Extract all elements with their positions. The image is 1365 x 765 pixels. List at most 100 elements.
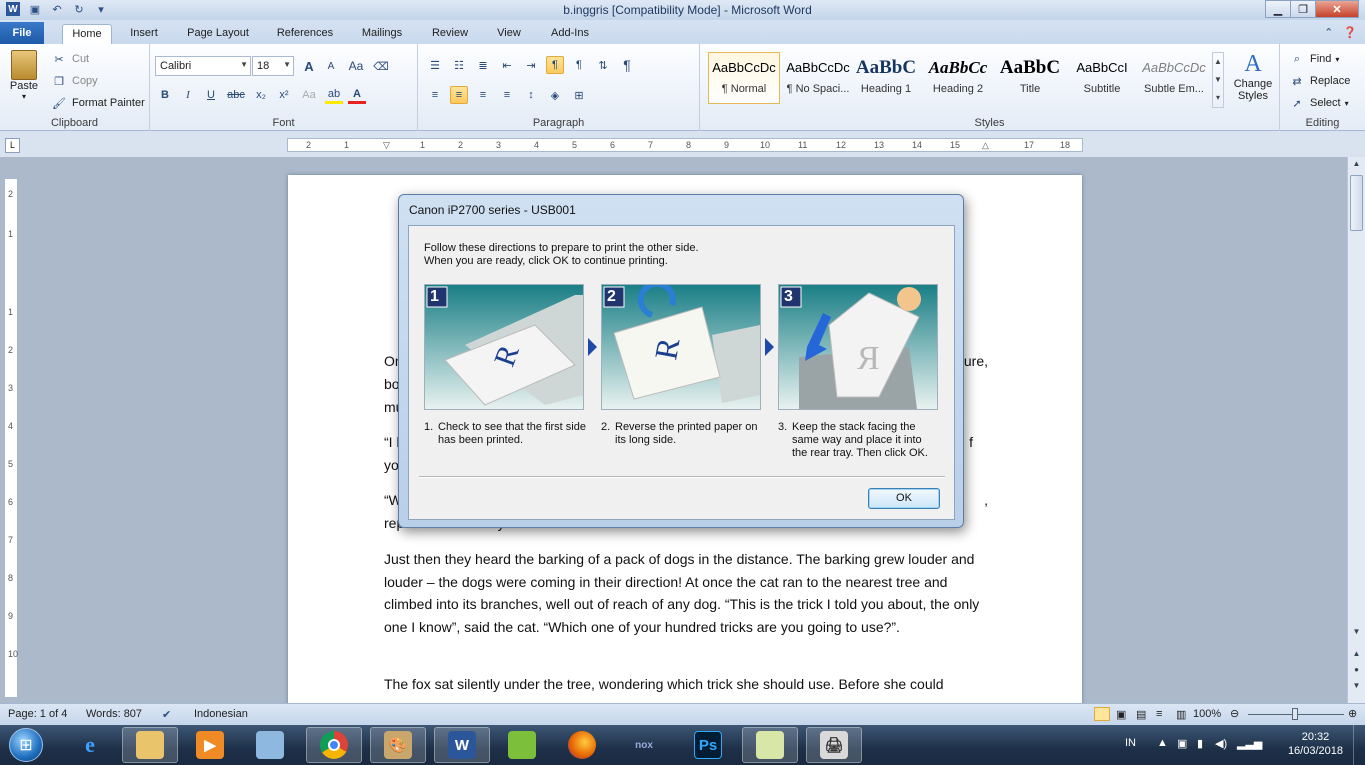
ok-button[interactable]: OK [868, 488, 940, 509]
minimize-ribbon-icon[interactable]: ⌃ [1324, 26, 1333, 39]
taskbar-notes[interactable] [242, 727, 298, 763]
prev-page-icon[interactable]: ▲ [1350, 649, 1363, 663]
taskbar-nox[interactable]: nox [616, 727, 672, 763]
font-color-icon[interactable]: A [348, 86, 366, 104]
align-left-icon[interactable]: ≡ [426, 86, 444, 104]
taskbar-firefox[interactable] [554, 727, 610, 763]
copy-button[interactable]: ❐ Copy [50, 72, 98, 90]
underline-button[interactable]: U [202, 86, 220, 104]
next-page-icon[interactable]: ▼ [1350, 681, 1363, 695]
tray-expand-icon[interactable]: ▲ [1157, 737, 1168, 749]
scroll-thumb[interactable] [1350, 175, 1363, 231]
text-effects-button[interactable]: Aa [298, 86, 320, 104]
align-right-icon[interactable]: ≡ [474, 86, 492, 104]
select-button[interactable]: ➚ Select ▾ [1288, 94, 1348, 112]
superscript-button[interactable]: x² [275, 86, 293, 104]
tab-insert[interactable]: Insert [122, 24, 166, 44]
scroll-up-icon[interactable]: ▲ [1350, 159, 1363, 173]
show-desktop-button[interactable] [1353, 725, 1365, 765]
style-title[interactable]: AaBbC Title [994, 52, 1066, 104]
change-styles-button[interactable]: A Change Styles [1230, 50, 1276, 102]
minimize-button[interactable]: ▁ [1265, 0, 1291, 18]
tab-mailings[interactable]: Mailings [352, 24, 412, 44]
battery-icon[interactable]: ▮ [1197, 737, 1203, 750]
clear-formatting-icon[interactable]: ⌫ [372, 57, 390, 75]
maximize-button[interactable]: ❐ [1290, 0, 1316, 18]
grow-font-button[interactable]: A [300, 57, 318, 75]
vertical-scrollbar[interactable]: ▲ ▼ ▲ ● ▼ [1347, 157, 1365, 703]
signal-icon[interactable]: ▂▃▅ [1237, 737, 1262, 750]
horizontal-ruler[interactable]: 2 1 ▽ 1 2 3 4 5 6 7 8 9 10 11 12 13 14 15 △ 17 18 [287, 138, 1083, 152]
select-browse-icon[interactable]: ● [1350, 665, 1363, 679]
taskbar-photoshop[interactable]: Ps [680, 727, 736, 763]
decrease-indent-icon[interactable]: ⇤ [498, 56, 516, 74]
paste-button[interactable]: Paste ▾ [6, 50, 42, 101]
tab-page-layout[interactable]: Page Layout [180, 24, 256, 44]
page-count[interactable]: Page: 1 of 4 [8, 708, 67, 720]
taskbar-app[interactable] [494, 727, 550, 763]
font-size-select[interactable]: 18 ▼ [252, 56, 294, 76]
format-painter-button[interactable]: 🖌 Format Painter [50, 94, 145, 112]
language[interactable]: Indonesian [194, 708, 248, 720]
style-heading-2[interactable]: AaBbCc Heading 2 [922, 52, 994, 104]
volume-icon[interactable]: ◀) [1215, 737, 1227, 750]
replace-button[interactable]: ⇄ Replace [1288, 72, 1350, 90]
style-subtle-emphasis[interactable]: AaBbCcDc Subtle Em... [1138, 52, 1210, 104]
taskbar-printer[interactable]: 🖨 [806, 727, 862, 763]
outline-view-icon[interactable]: ≡ [1156, 708, 1162, 720]
taskbar-explorer-2[interactable] [742, 727, 798, 763]
taskbar-explorer[interactable] [122, 727, 178, 763]
style-normal[interactable]: AaBbCcDc ¶ Normal [708, 52, 780, 104]
input-language[interactable]: IN [1125, 737, 1136, 749]
show-formatting-icon[interactable]: ¶ [618, 56, 636, 74]
zoom-slider-thumb[interactable] [1292, 708, 1298, 720]
tab-view[interactable]: View [488, 24, 530, 44]
ltr-direction-icon[interactable]: ¶ [546, 56, 564, 74]
tab-add-ins[interactable]: Add-Ins [542, 24, 598, 44]
find-button[interactable]: ⌕ Find ▾ [1288, 50, 1340, 68]
proofing-icon[interactable]: ✔ [162, 708, 171, 721]
cut-button[interactable]: ✂ Cut [50, 50, 89, 68]
tab-home[interactable]: Home [62, 24, 112, 44]
network-icon[interactable]: ▣ [1177, 737, 1187, 750]
justify-icon[interactable]: ≡ [498, 86, 516, 104]
highlight-color-icon[interactable]: ab [325, 86, 343, 104]
shrink-font-button[interactable]: A [322, 57, 340, 75]
vertical-ruler[interactable]: 2 1 1 2 3 4 5 6 7 8 9 10 [4, 178, 18, 698]
bullets-icon[interactable]: ☰ [426, 56, 444, 74]
help-icon[interactable]: ❓ [1343, 26, 1357, 39]
change-case-button[interactable]: Aa [344, 57, 368, 75]
tab-references[interactable]: References [268, 24, 342, 44]
zoom-out-icon[interactable]: ⊖ [1230, 707, 1239, 720]
style-subtitle[interactable]: AaBbCcI Subtitle [1066, 52, 1138, 104]
borders-icon[interactable]: ⊞ [570, 86, 588, 104]
strikethrough-button[interactable]: abc [225, 86, 247, 104]
print-layout-view-icon[interactable] [1094, 707, 1110, 721]
taskbar-paint[interactable]: 🎨 [370, 727, 426, 763]
tab-file[interactable]: File [0, 22, 44, 44]
taskbar-word[interactable]: W [434, 727, 490, 763]
word-count[interactable]: Words: 807 [86, 708, 142, 720]
numbering-icon[interactable]: ☷ [450, 56, 468, 74]
clock[interactable]: 20:32 16/03/2018 [1288, 730, 1343, 758]
subscript-button[interactable]: x₂ [252, 86, 270, 104]
bold-button[interactable]: B [156, 86, 174, 104]
font-name-select[interactable]: Calibri ▼ [155, 56, 251, 76]
multilevel-list-icon[interactable]: ≣ [474, 56, 492, 74]
shading-icon[interactable]: ◈ [546, 86, 564, 104]
increase-indent-icon[interactable]: ⇥ [522, 56, 540, 74]
zoom-level[interactable]: 100% [1193, 708, 1221, 720]
sort-icon[interactable]: ⇅ [594, 56, 612, 74]
tab-review[interactable]: Review [424, 24, 476, 44]
align-center-icon[interactable]: ≡ [450, 86, 468, 104]
taskbar-ie[interactable]: e [62, 727, 118, 763]
style-no-spacing[interactable]: AaBbCcDc ¶ No Spaci... [782, 52, 854, 104]
start-button[interactable]: ⊞ [4, 725, 48, 765]
taskbar-media[interactable]: ▶ [182, 727, 238, 763]
style-heading-1[interactable]: AaBbC Heading 1 [850, 52, 922, 104]
tab-selector[interactable]: L [5, 138, 20, 153]
taskbar-chrome[interactable] [306, 727, 362, 763]
draft-view-icon[interactable]: ▥ [1176, 708, 1186, 721]
italic-button[interactable]: I [179, 86, 197, 104]
full-screen-view-icon[interactable]: ▣ [1116, 708, 1126, 721]
